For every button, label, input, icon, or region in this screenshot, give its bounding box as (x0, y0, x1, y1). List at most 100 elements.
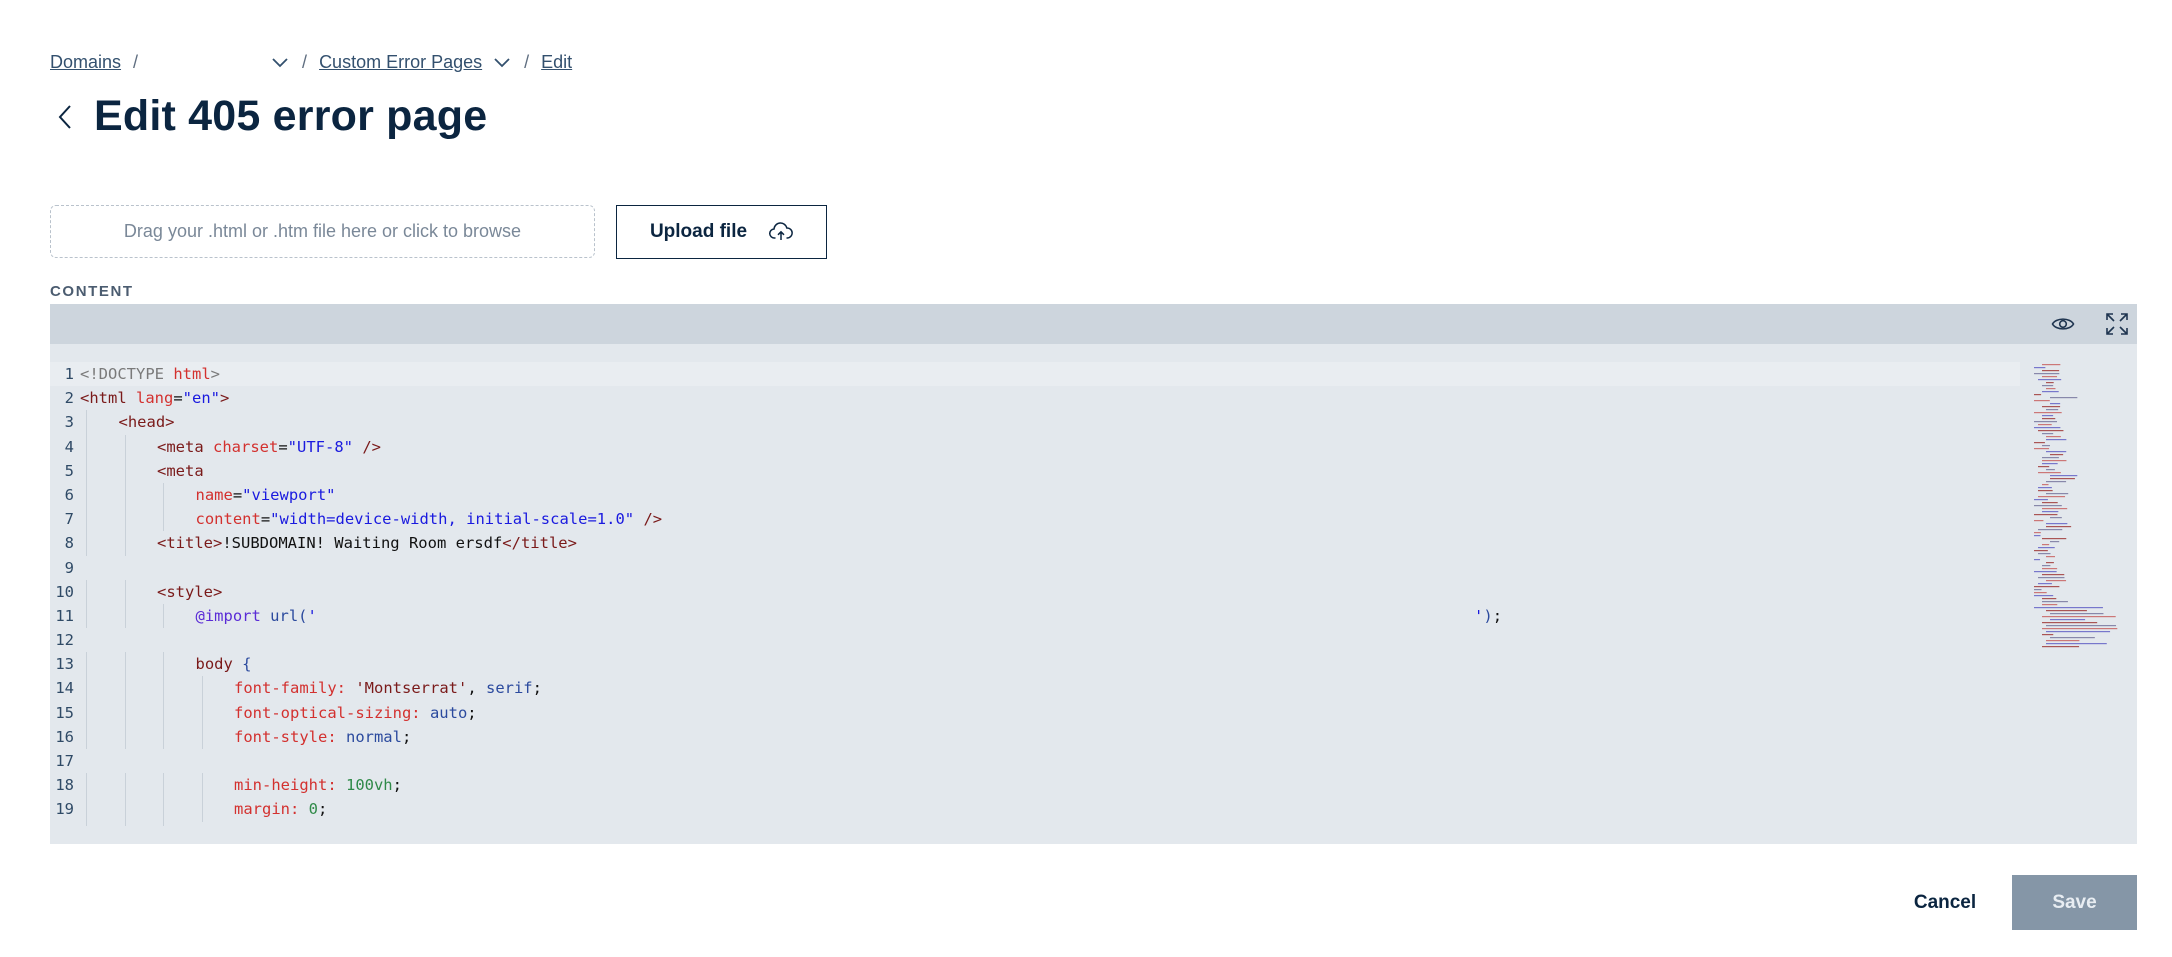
file-dropzone[interactable]: Drag your .html or .htm file here or cli… (50, 205, 595, 258)
code-line[interactable]: 3 <head> (50, 410, 2020, 435)
minimap-line (2034, 448, 2050, 450)
code-token: </title> (502, 534, 577, 553)
code-token: font-optical-sizing: (234, 703, 430, 722)
minimap-line (2038, 553, 2051, 555)
minimap-line (2042, 598, 2057, 600)
line-number: 14 (55, 679, 74, 698)
code-token: = (278, 437, 288, 456)
code-line[interactable]: 2 <html lang="en"> (50, 386, 2020, 410)
minimap-line (2046, 610, 2087, 612)
indent-guide (86, 531, 87, 556)
minimap-line (2046, 580, 2067, 582)
minimap-line (2038, 430, 2064, 432)
code-token: <meta (157, 437, 213, 456)
code-line[interactable]: 12 (50, 628, 2020, 652)
code-line[interactable]: 16 font-style: normal; (50, 724, 2020, 749)
code-line[interactable]: 1 <!DOCTYPE html> (50, 362, 2020, 387)
minimap-line (2046, 481, 2067, 483)
back-button[interactable] (50, 97, 80, 137)
code-text: <head> (80, 410, 175, 434)
code-token: /> (634, 510, 663, 529)
fullscreen-expand-icon[interactable] (2104, 312, 2130, 336)
breadcrumb-domains-link[interactable]: Domains (50, 52, 121, 73)
upload-file-button[interactable]: Upload file (616, 205, 827, 259)
minimap-line (2038, 379, 2062, 381)
minimap-line (2046, 562, 2054, 564)
indent-guide (86, 579, 87, 604)
page-title: Edit 405 error page (94, 92, 488, 140)
minimap-line (2034, 592, 2047, 594)
code-line[interactable]: 5 <meta (50, 458, 2020, 483)
minimap-line (2042, 544, 2050, 546)
indent-guide (124, 507, 126, 532)
code-line[interactable]: 7 content="width=device-width, initial-sc… (50, 507, 2020, 532)
minimap-line (2046, 409, 2059, 411)
code-line[interactable]: 13 body { (50, 652, 2020, 677)
code-line[interactable]: 8 <title>!SUBDOMAIN! Waiting Room ersdf</… (50, 531, 2020, 556)
editor-minimap[interactable] (2032, 362, 2137, 652)
code-token: content (195, 510, 261, 529)
minimap-line (2034, 421, 2058, 423)
minimap-line (2042, 457, 2059, 459)
minimap-line (2034, 586, 2060, 588)
minimap-line (2038, 490, 2053, 492)
indent-guide (86, 410, 87, 435)
code-line[interactable]: 19 margin: 0; (50, 797, 2020, 822)
code-line[interactable]: 11 @import url(' '); (50, 603, 2020, 629)
minimap-line (2050, 454, 2064, 456)
code-token: serif (485, 679, 533, 698)
minimap-line (2042, 538, 2067, 540)
indent-guide (86, 482, 87, 508)
code-token: <meta (157, 461, 204, 480)
preview-eye-icon[interactable] (2050, 312, 2076, 336)
minimap-line (2034, 427, 2061, 429)
indent-guide (124, 773, 126, 798)
code-line[interactable]: 14 font-family: 'Montserrat', serif; (50, 676, 2020, 701)
code-line[interactable]: 10 <style> (50, 579, 2020, 604)
minimap-line (2038, 472, 2061, 474)
indent-guide (201, 797, 203, 822)
chevron-down-icon[interactable] (492, 52, 512, 72)
breadcrumb-custom-error-pages-link[interactable]: Custom Error Pages (319, 52, 482, 73)
code-line[interactable]: 4 <meta charset="UTF-8" /> (50, 434, 2020, 459)
minimap-line (2046, 640, 2080, 642)
code-editor[interactable]: 1 <!DOCTYPE html> 2 <html lang="en"> 3 <head>… (50, 304, 2137, 844)
minimap-line (2038, 529, 2063, 531)
cancel-button[interactable]: Cancel (1895, 875, 1995, 930)
indent-guide (86, 724, 87, 749)
breadcrumb-separator: / (133, 51, 139, 72)
minimap-line (2042, 415, 2054, 417)
minimap-line (2034, 514, 2058, 516)
save-button[interactable]: Save (2012, 875, 2137, 930)
code-line[interactable]: 15 font-optical-sizing: auto; (50, 700, 2020, 725)
code-lines[interactable]: 1 <!DOCTYPE html> 2 <html lang="en"> 3 <head>… (50, 362, 2020, 826)
indent-guide (163, 821, 164, 826)
line-number: 17 (55, 752, 74, 770)
minimap-line (2046, 625, 2117, 627)
code-line[interactable]: 18 min-height: 100vh; (50, 773, 2020, 798)
indent-guide (124, 652, 126, 677)
minimap-line (2042, 568, 2058, 570)
code-line[interactable]: 9 (50, 556, 2020, 580)
minimap-line (2034, 373, 2060, 375)
code-token: auto (429, 703, 468, 722)
domain-select[interactable] (150, 52, 290, 72)
code-line[interactable]: 6 name="viewport" (50, 482, 2020, 508)
minimap-line (2042, 376, 2058, 378)
code-token: font-style: (234, 727, 346, 746)
code-text: <html lang="en"> (80, 386, 229, 410)
code-token: > (220, 389, 230, 408)
code-token: body (195, 655, 243, 674)
minimap-line (2046, 631, 2111, 633)
code-line[interactable]: 20} (50, 821, 2020, 826)
line-number: 5 (64, 461, 74, 480)
indent-guide (124, 676, 126, 701)
minimap-line (2038, 583, 2052, 585)
breadcrumb-custom-error-pages[interactable]: Custom Error Pages (319, 52, 512, 73)
code-line[interactable]: 17 (50, 749, 2020, 773)
minimap-line (2050, 475, 2078, 477)
upload-file-label: Upload file (649, 221, 748, 242)
minimap-line (2042, 406, 2061, 408)
minimap-line (2034, 394, 2042, 396)
breadcrumb-edit-link[interactable]: Edit (541, 52, 572, 73)
